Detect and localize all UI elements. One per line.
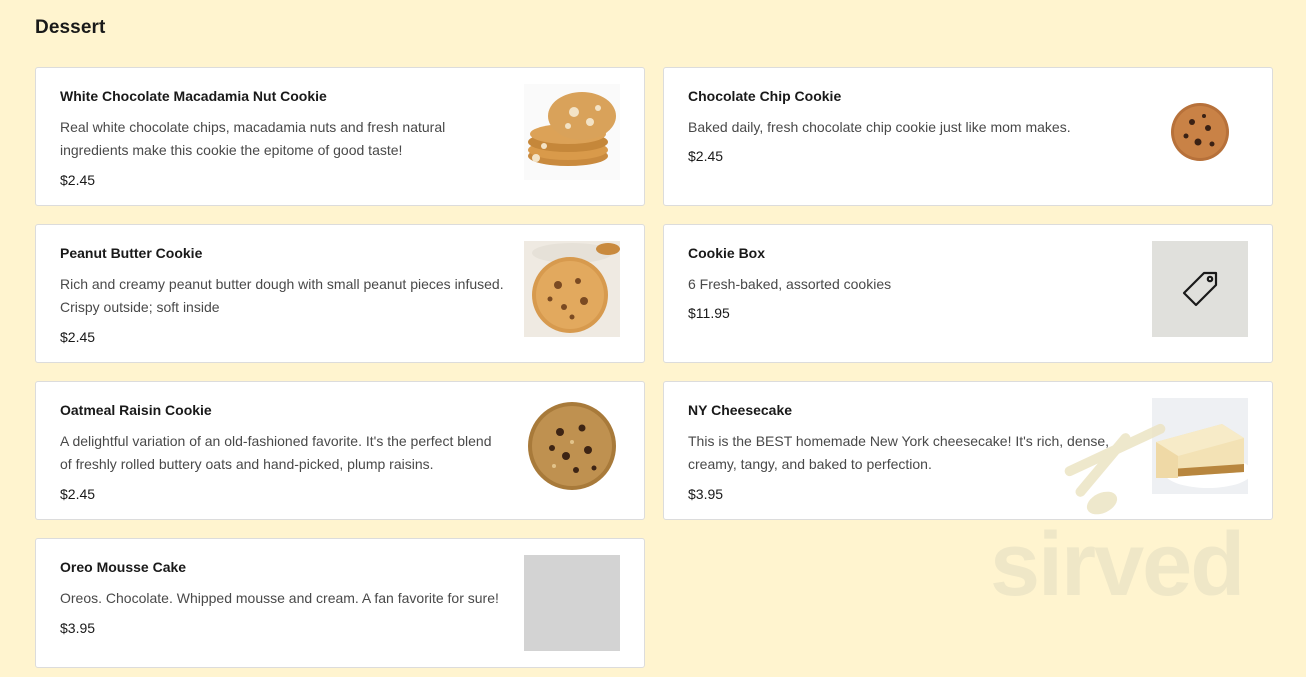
image-placeholder xyxy=(524,555,620,651)
menu-item-description: 6 Fresh-baked, assorted cookies xyxy=(688,276,892,292)
menu-item-description: A delightful variation of an old-fashion… xyxy=(60,433,492,472)
chocolate-chip-cookie-photo xyxy=(1152,84,1248,180)
menu-item-description: Baked daily, fresh chocolate chip cookie… xyxy=(688,119,1071,135)
menu-item-price: $2.45 xyxy=(60,172,96,188)
menu-item-card[interactable]: Chocolate Chip Cookie Baked daily, fresh… xyxy=(663,67,1273,206)
menu-item-name: Oreo Mousse Cake xyxy=(60,559,187,575)
menu-item-name: Oatmeal Raisin Cookie xyxy=(60,402,212,418)
menu-item-name: White Chocolate Macadamia Nut Cookie xyxy=(60,88,327,104)
menu-item-description: Real white chocolate chips, macadamia nu… xyxy=(60,119,446,158)
section-title: Dessert xyxy=(35,17,106,38)
menu-item-name: Chocolate Chip Cookie xyxy=(688,88,842,104)
cheesecake-photo xyxy=(1152,398,1248,494)
tag-icon xyxy=(1152,241,1248,337)
menu-item-description: This is the BEST homemade New York chees… xyxy=(688,433,1110,472)
menu-item-card[interactable]: Peanut Butter Cookie Rich and creamy pea… xyxy=(35,224,645,363)
menu-item-price: $2.45 xyxy=(688,148,724,164)
menu-item-price: $11.95 xyxy=(688,305,730,321)
menu-item-description: Oreos. Chocolate. Whipped mousse and cre… xyxy=(60,590,499,606)
menu-item-name: Peanut Butter Cookie xyxy=(60,245,203,261)
cookie-stack-photo xyxy=(524,84,620,180)
menu-item-card[interactable]: Oreo Mousse Cake Oreos. Chocolate. Whipp… xyxy=(35,538,645,668)
menu-item-price: $3.95 xyxy=(60,620,96,636)
menu-item-price: $3.95 xyxy=(688,486,724,502)
oatmeal-raisin-cookie-photo xyxy=(524,398,620,494)
menu-item-card[interactable]: White Chocolate Macadamia Nut Cookie Rea… xyxy=(35,67,645,206)
menu-item-name: Cookie Box xyxy=(688,245,766,261)
watermark-text: sirved xyxy=(990,515,1245,615)
menu-item-description: Rich and creamy peanut butter dough with… xyxy=(60,276,504,315)
menu-item-name: NY Cheesecake xyxy=(688,402,793,418)
menu-item-price: $2.45 xyxy=(60,486,96,502)
menu-item-card[interactable]: Oatmeal Raisin Cookie A delightful varia… xyxy=(35,381,645,520)
menu-item-price: $2.45 xyxy=(60,329,96,345)
menu-item-card[interactable]: NY Cheesecake This is the BEST homemade … xyxy=(663,381,1273,520)
peanut-butter-cookie-photo xyxy=(524,241,620,337)
menu-item-card[interactable]: Cookie Box 6 Fresh-baked, assorted cooki… xyxy=(663,224,1273,363)
